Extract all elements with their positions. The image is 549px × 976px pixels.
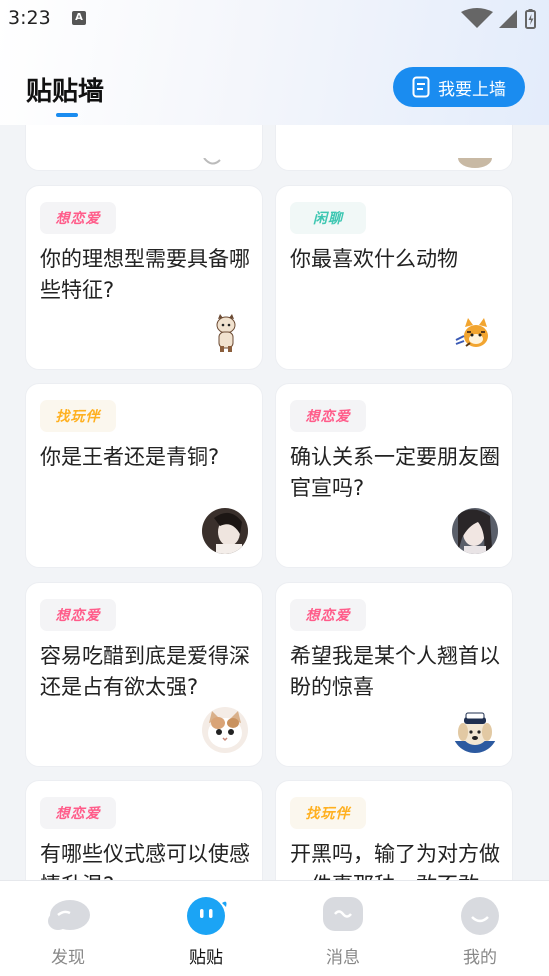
app-screen: 3:23 A 贴贴墙 我要上墙 想恋爱 你的理想型需要具备哪些特征? 闲聊 你最… xyxy=(0,0,549,976)
tietie-icon xyxy=(187,897,227,935)
post-question: 有哪些仪式感可以使感情升温? xyxy=(40,842,250,880)
topic-tag: 想恋爱 xyxy=(40,599,116,631)
nav-discover-label: 发现 xyxy=(51,948,85,968)
topic-tag: 闲聊 xyxy=(290,202,366,234)
post-card[interactable]: 想恋爱 你的理想型需要具备哪些特征? xyxy=(25,185,263,370)
post-to-wall-button[interactable]: 我要上墙 xyxy=(393,67,525,107)
note-icon xyxy=(412,76,430,98)
nav-tietie-label: 贴贴 xyxy=(189,948,223,968)
post-to-wall-label: 我要上墙 xyxy=(438,79,506,100)
avatar xyxy=(458,158,492,168)
avatar xyxy=(203,158,221,165)
dog-avatar[interactable] xyxy=(452,707,498,753)
nav-messages-label: 消息 xyxy=(326,948,360,968)
post-card[interactable]: 想恋爱 有哪些仪式感可以使感情升温? xyxy=(25,780,263,880)
user-avatar[interactable] xyxy=(202,508,248,554)
page-title: 贴贴墙 xyxy=(26,77,105,107)
post-question: 你最喜欢什么动物 xyxy=(290,247,458,271)
post-card[interactable]: 想恋爱 确认关系一定要朋友圈官宣吗? xyxy=(275,383,513,568)
tiger-avatar[interactable] xyxy=(452,310,498,356)
post-question: 你是王者还是青铜? xyxy=(40,445,220,469)
profile-icon xyxy=(461,897,499,935)
signal-icon xyxy=(499,10,517,28)
topic-tag: 找玩伴 xyxy=(40,400,116,432)
topic-tag: 想恋爱 xyxy=(40,202,116,234)
kitten-avatar[interactable] xyxy=(202,707,248,753)
post-question: 容易吃醋到底是爱得深还是占有欲太强? xyxy=(40,644,250,699)
topic-tag: 找玩伴 xyxy=(290,797,366,829)
post-question: 你的理想型需要具备哪些特征? xyxy=(40,247,250,302)
post-card[interactable] xyxy=(275,125,513,171)
nav-messages[interactable]: 消息 xyxy=(303,895,383,971)
bottom-nav: 发现 贴贴 消息 我的 xyxy=(0,880,549,976)
post-card[interactable]: 闲聊 你最喜欢什么动物 xyxy=(275,185,513,370)
discover-icon xyxy=(48,900,90,930)
user-avatar[interactable] xyxy=(452,508,498,554)
post-card[interactable]: 找玩伴 你是王者还是青铜? xyxy=(25,383,263,568)
message-icon xyxy=(323,897,363,931)
wifi-icon xyxy=(461,8,493,28)
post-card[interactable]: 想恋爱 容易吃醋到底是爱得深还是占有欲太强? xyxy=(25,582,263,767)
nav-discover[interactable]: 发现 xyxy=(28,895,108,971)
post-card[interactable] xyxy=(25,125,263,171)
topic-tag: 想恋爱 xyxy=(290,599,366,631)
tab-indicator xyxy=(56,113,78,117)
nav-tietie[interactable]: 贴贴 xyxy=(166,895,246,971)
topic-tag: 想恋爱 xyxy=(40,797,116,829)
topic-tag: 想恋爱 xyxy=(290,400,366,432)
nav-profile[interactable]: 我的 xyxy=(440,895,520,971)
post-question: 确认关系一定要朋友圈官宣吗? xyxy=(290,445,500,500)
status-bar: 3:23 A xyxy=(0,0,549,36)
status-time: 3:23 xyxy=(8,7,51,29)
post-question: 希望我是某个人翘首以盼的惊喜 xyxy=(290,644,500,699)
header: 3:23 A 贴贴墙 我要上墙 xyxy=(0,0,549,125)
cat-avatar[interactable] xyxy=(202,310,248,356)
notification-icon: A xyxy=(72,11,86,25)
wall-feed[interactable]: 想恋爱 你的理想型需要具备哪些特征? 闲聊 你最喜欢什么动物 找玩伴 你是王者还… xyxy=(0,125,549,880)
post-card[interactable]: 想恋爱 希望我是某个人翘首以盼的惊喜 xyxy=(275,582,513,767)
nav-profile-label: 我的 xyxy=(463,948,497,968)
post-card[interactable]: 找玩伴 开黑吗，输了为对方做一件事那种，敢不敢 xyxy=(275,780,513,880)
system-status-icons xyxy=(461,8,536,29)
post-question: 开黑吗，输了为对方做一件事那种，敢不敢 xyxy=(290,842,500,880)
